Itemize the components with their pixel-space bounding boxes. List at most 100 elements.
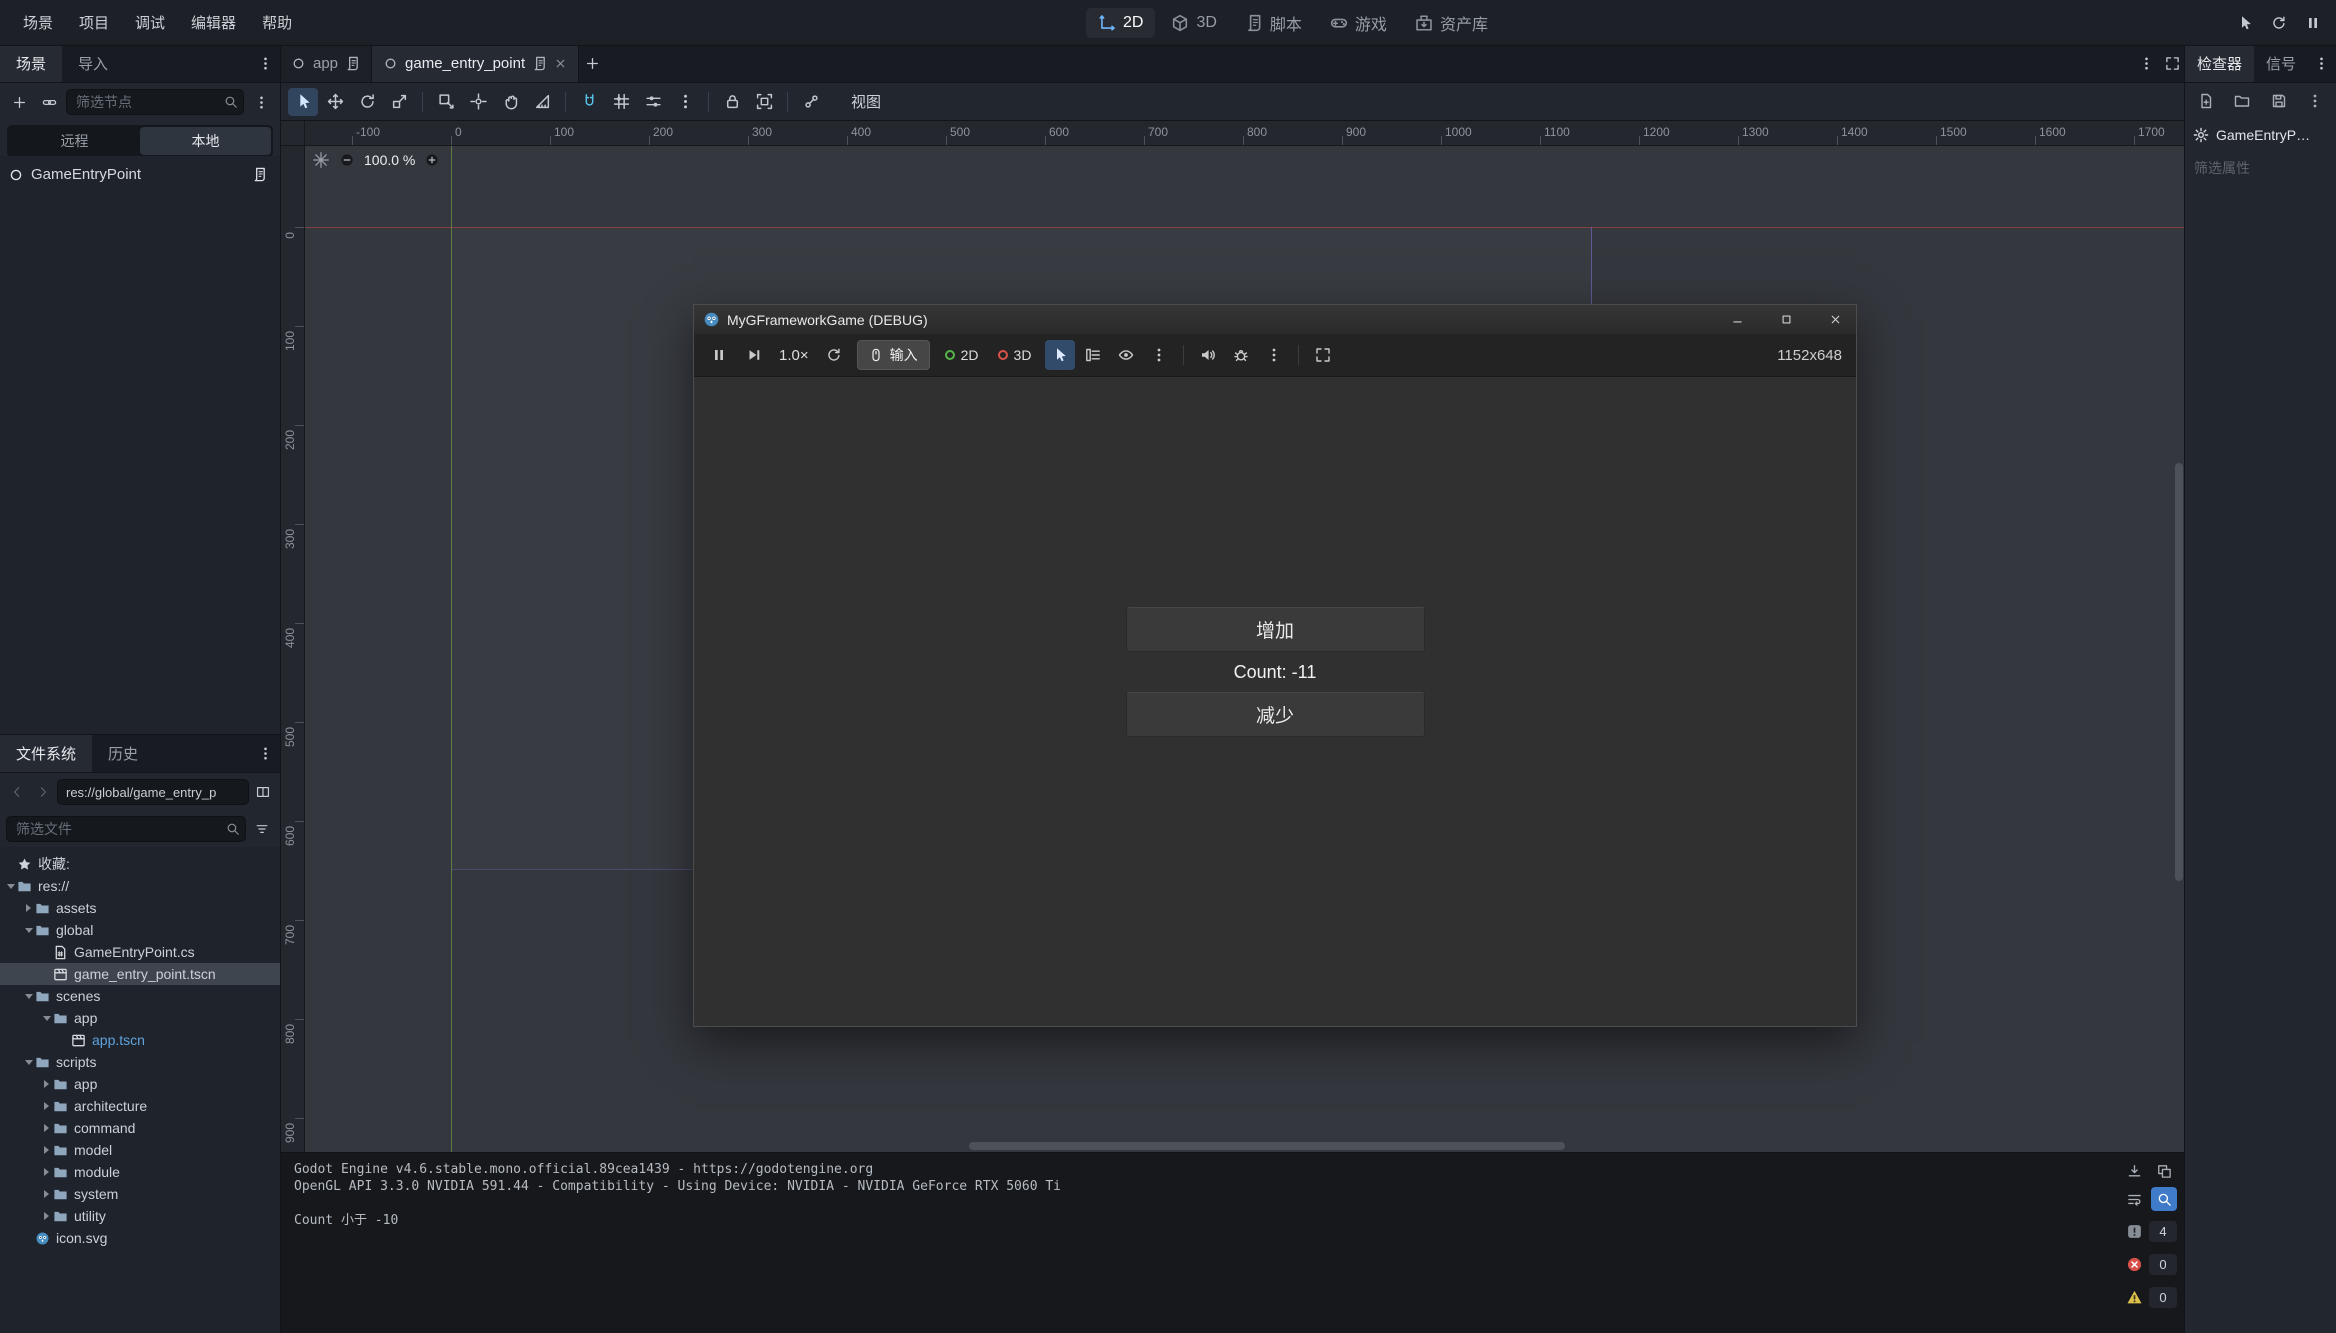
file-row[interactable]: scenes: [0, 985, 280, 1007]
more-button[interactable]: [670, 88, 700, 116]
scene-tabs-menu-button[interactable]: [2133, 51, 2159, 77]
new-resource-button[interactable]: [2193, 88, 2219, 114]
toggle-split-button[interactable]: [251, 780, 275, 804]
file-row[interactable]: global: [0, 919, 280, 941]
file-row[interactable]: app: [0, 1007, 280, 1029]
filter-nodes-input[interactable]: [66, 89, 244, 115]
pause-game-button[interactable]: [2298, 9, 2328, 37]
fold-arrow-icon[interactable]: [40, 1016, 53, 1021]
inspected-node[interactable]: GameEntryPoint: [2185, 119, 2336, 151]
filesystem-menu-button[interactable]: [252, 741, 278, 767]
window-minimize-button[interactable]: [1716, 305, 1758, 334]
file-row[interactable]: model: [0, 1139, 280, 1161]
expand-viewport-button[interactable]: [2159, 51, 2185, 77]
fold-arrow-icon[interactable]: [22, 928, 35, 933]
scene-tab-game-entry-point[interactable]: game_entry_point: [372, 45, 579, 82]
fold-arrow-icon[interactable]: [40, 1080, 53, 1088]
instance-scene-button[interactable]: [36, 89, 62, 115]
file-row[interactable]: app: [0, 1073, 280, 1095]
zoom-level[interactable]: 100.0 %: [364, 152, 415, 168]
next-frame-button[interactable]: [739, 340, 769, 370]
editor-tab-3d[interactable]: 3D: [1159, 8, 1228, 38]
speed-multiplier[interactable]: 1.0×: [779, 347, 809, 364]
run-cursor-button[interactable]: [2230, 9, 2260, 37]
more-button[interactable]: [1144, 340, 1174, 370]
path-input[interactable]: [57, 779, 249, 805]
remote-tab[interactable]: 远程: [9, 127, 140, 155]
sort-files-button[interactable]: [250, 817, 274, 841]
search-button[interactable]: [2151, 1187, 2177, 1211]
local-tab[interactable]: 本地: [140, 127, 271, 155]
pause-button[interactable]: [704, 340, 734, 370]
file-row[interactable]: GameEntryPoint.cs: [0, 941, 280, 963]
new-scene-tab-button[interactable]: [579, 51, 605, 77]
scale-tool-button[interactable]: [384, 88, 414, 116]
ruler-tool-button[interactable]: [527, 88, 557, 116]
inspector-extra-menu-button[interactable]: [2302, 88, 2328, 114]
fold-arrow-icon[interactable]: [4, 884, 17, 889]
input-mode-button[interactable]: 输入: [857, 340, 930, 370]
copy-button[interactable]: [2151, 1159, 2177, 1183]
tab-filesystem[interactable]: 文件系统: [0, 735, 92, 772]
open-script-button[interactable]: [246, 162, 272, 188]
save-resource-button[interactable]: [2266, 88, 2292, 114]
audio-button[interactable]: [1193, 340, 1223, 370]
nav-back-button[interactable]: [5, 780, 29, 804]
load-resource-button[interactable]: [2229, 88, 2255, 114]
tab-scene[interactable]: 场景: [0, 45, 62, 82]
select-tool-button[interactable]: [288, 88, 318, 116]
tab-signals[interactable]: 信号: [2254, 45, 2308, 82]
file-row[interactable]: system: [0, 1183, 280, 1205]
camera-3d-button[interactable]: 3D: [991, 343, 1039, 367]
file-row[interactable]: icon.svg: [0, 1227, 280, 1249]
add-node-button[interactable]: [6, 89, 32, 115]
fold-arrow-icon[interactable]: [40, 1102, 53, 1110]
fold-arrow-icon[interactable]: [40, 1146, 53, 1154]
snap-options-button[interactable]: [638, 88, 668, 116]
eye-button[interactable]: [1111, 340, 1141, 370]
tab-inspector[interactable]: 检查器: [2185, 45, 2254, 82]
file-row[interactable]: 收藏:: [0, 853, 280, 875]
smart-snap-button[interactable]: [574, 88, 604, 116]
file-row[interactable]: utility: [0, 1205, 280, 1227]
more-button[interactable]: [1259, 340, 1289, 370]
restart-game-button[interactable]: [2264, 9, 2294, 37]
fold-arrow-icon[interactable]: [22, 1060, 35, 1065]
list-select-tool-button[interactable]: [431, 88, 461, 116]
window-close-button[interactable]: [1814, 305, 1856, 334]
file-row[interactable]: module: [0, 1161, 280, 1183]
fold-arrow-icon[interactable]: [40, 1212, 53, 1220]
fullscreen-button[interactable]: [1308, 340, 1338, 370]
menu-project[interactable]: 项目: [66, 6, 122, 39]
file-row[interactable]: scripts: [0, 1051, 280, 1073]
fold-arrow-icon[interactable]: [40, 1168, 53, 1176]
game-window-titlebar[interactable]: MyGFrameworkGame (DEBUG): [694, 305, 1856, 334]
menu-editor[interactable]: 编辑器: [178, 6, 249, 39]
pan-tool-button[interactable]: [495, 88, 525, 116]
vertical-scrollbar[interactable]: [2175, 463, 2183, 881]
fold-arrow-icon[interactable]: [22, 904, 35, 912]
scene-tab-app[interactable]: app: [280, 45, 372, 82]
file-row[interactable]: game_entry_point.tscn: [0, 963, 280, 985]
wrap-lines-button[interactable]: [2121, 1187, 2147, 1211]
zoom-out-button[interactable]: [335, 148, 359, 172]
group-button[interactable]: [749, 88, 779, 116]
nav-forward-button[interactable]: [31, 780, 55, 804]
file-row[interactable]: command: [0, 1117, 280, 1139]
file-row[interactable]: res://: [0, 875, 280, 897]
editor-tab-assetlib[interactable]: 资产库: [1403, 5, 1500, 41]
save-log-button[interactable]: [2121, 1159, 2147, 1183]
select-arrow-button[interactable]: [1045, 340, 1075, 370]
filter-properties-field[interactable]: 筛选属性: [2185, 151, 2336, 185]
fold-arrow-icon[interactable]: [22, 994, 35, 999]
editor-tab-2d[interactable]: 2D: [1086, 8, 1155, 38]
close-tab-button[interactable]: [554, 57, 567, 70]
decrease-button[interactable]: 减少: [1126, 692, 1425, 737]
messages-counter[interactable]: 4: [2126, 1221, 2177, 1242]
file-row[interactable]: app.tscn: [0, 1029, 280, 1051]
inspector-dock-menu-button[interactable]: [2308, 51, 2334, 77]
scene-node-row[interactable]: GameEntryPoint: [0, 162, 280, 187]
menu-scene[interactable]: 场景: [10, 6, 66, 39]
warnings-counter[interactable]: 0: [2126, 1287, 2177, 1308]
lock-button[interactable]: [717, 88, 747, 116]
